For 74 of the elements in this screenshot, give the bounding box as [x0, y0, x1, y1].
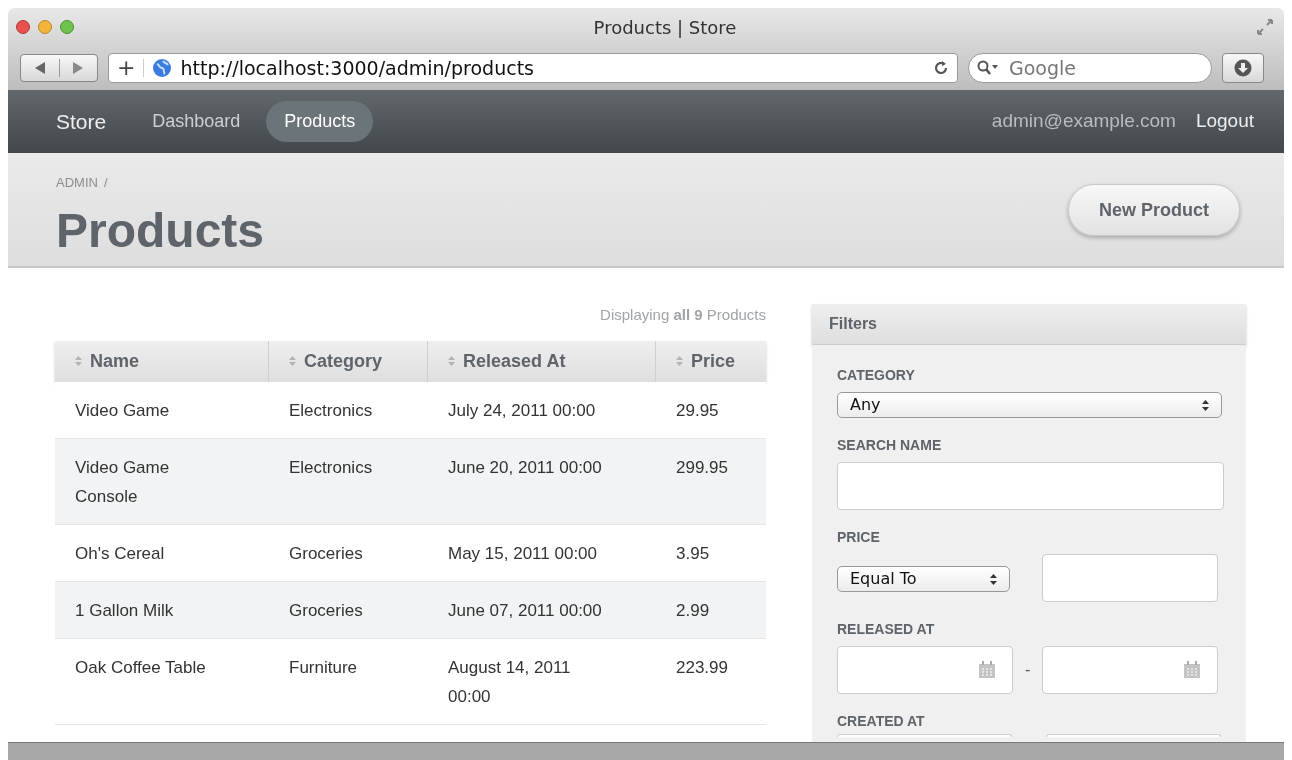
table-cell: Video Game — [75, 400, 170, 420]
updown-arrows-icon — [990, 573, 997, 585]
updown-arrows-icon — [1202, 399, 1209, 411]
minimize-window-button[interactable] — [38, 20, 52, 34]
fullscreen-icon[interactable] — [1256, 18, 1274, 36]
downloads-button[interactable] — [1222, 53, 1264, 83]
table-cell: 299.95 — [676, 457, 728, 477]
search-field[interactable]: Google — [968, 53, 1212, 83]
table-cell: 1 Gallon Milk — [75, 600, 174, 620]
column-header[interactable]: Category — [269, 340, 428, 382]
table-cell: Oak Coffee Table — [75, 657, 206, 677]
input-field[interactable] — [1045, 734, 1221, 737]
address-field[interactable]: + http://localhost:3000/admin/products — [108, 53, 958, 83]
sort-icon — [448, 356, 455, 366]
filter-label: CATEGORY — [837, 366, 916, 385]
filter-label: RELEASED AT — [837, 620, 936, 639]
calendar-icon — [1183, 661, 1202, 679]
range-separator: - — [1024, 660, 1032, 680]
select-field[interactable]: Any — [837, 392, 1222, 418]
table-cell: July 24, 2011 00:00 — [448, 400, 596, 420]
add-bookmark-button[interactable]: + — [117, 57, 136, 79]
sort-icon — [75, 356, 82, 366]
date-field[interactable] — [837, 646, 1013, 694]
breadcrumb-separator: / — [103, 174, 108, 192]
filter-label: SEARCH NAME — [837, 436, 943, 455]
logout-link[interactable]: Logout — [1195, 107, 1254, 136]
table-cell: Furniture — [289, 657, 358, 677]
nav-tab[interactable]: Products — [266, 101, 374, 142]
sort-icon — [289, 356, 296, 366]
table-cell: Video Game Console — [75, 457, 170, 506]
globe-icon — [152, 58, 173, 78]
table-cell: Oh's Cereal — [75, 543, 165, 563]
table-cell: 2.99 — [676, 600, 710, 620]
back-forward-button[interactable] — [20, 54, 98, 82]
column-header[interactable]: Price — [656, 340, 766, 382]
table-cell: 3.95 — [676, 543, 710, 563]
table-cell: Electronics — [289, 400, 373, 420]
page-title: Products — [56, 206, 265, 255]
search-icon — [977, 60, 1001, 76]
input-field[interactable] — [837, 734, 1013, 737]
calendar-icon — [978, 661, 996, 679]
new-product-button[interactable]: New Product — [1068, 184, 1240, 236]
back-icon — [34, 62, 45, 74]
nav-tab[interactable]: Dashboard — [134, 101, 259, 142]
select-field[interactable]: Equal To — [837, 566, 1010, 592]
reload-icon[interactable] — [933, 60, 949, 76]
input-field[interactable] — [1042, 554, 1218, 602]
column-header[interactable]: Released At — [428, 340, 656, 382]
table-cell: June 20, 2011 00:00 — [448, 457, 602, 477]
download-icon — [1234, 59, 1252, 77]
filter-label: PRICE — [837, 528, 881, 547]
breadcrumb-link[interactable]: ADMIN — [56, 173, 98, 193]
table-cell: 29.95 — [676, 400, 719, 420]
input-field[interactable] — [837, 462, 1224, 510]
table-cell: August 14, 2011 00:00 — [448, 657, 571, 706]
table-cell: June 07, 2011 00:00 — [448, 600, 602, 620]
date-field[interactable] — [1042, 646, 1219, 694]
table-cell: Groceries — [289, 600, 363, 620]
user-email: admin@example.com — [991, 109, 1176, 134]
filters-header: Filters — [812, 304, 1246, 345]
url-text: http://localhost:3000/admin/products — [180, 55, 535, 81]
zoom-window-button[interactable] — [60, 20, 74, 34]
filter-label: CREATED AT — [837, 712, 926, 731]
brand-link[interactable]: Store — [56, 105, 107, 138]
forward-icon — [73, 62, 84, 74]
window-title: Products | Store — [593, 15, 737, 40]
table-cell: Electronics — [289, 457, 373, 477]
table-cell: May 15, 2011 00:00 — [448, 543, 597, 563]
table-cell: Groceries — [289, 543, 363, 563]
column-header[interactable]: Name — [55, 340, 269, 382]
results-summary: Displaying all 9 Products — [600, 305, 766, 325]
table-cell: 223.99 — [676, 657, 728, 677]
sort-icon — [676, 356, 683, 366]
close-window-button[interactable] — [16, 20, 30, 34]
